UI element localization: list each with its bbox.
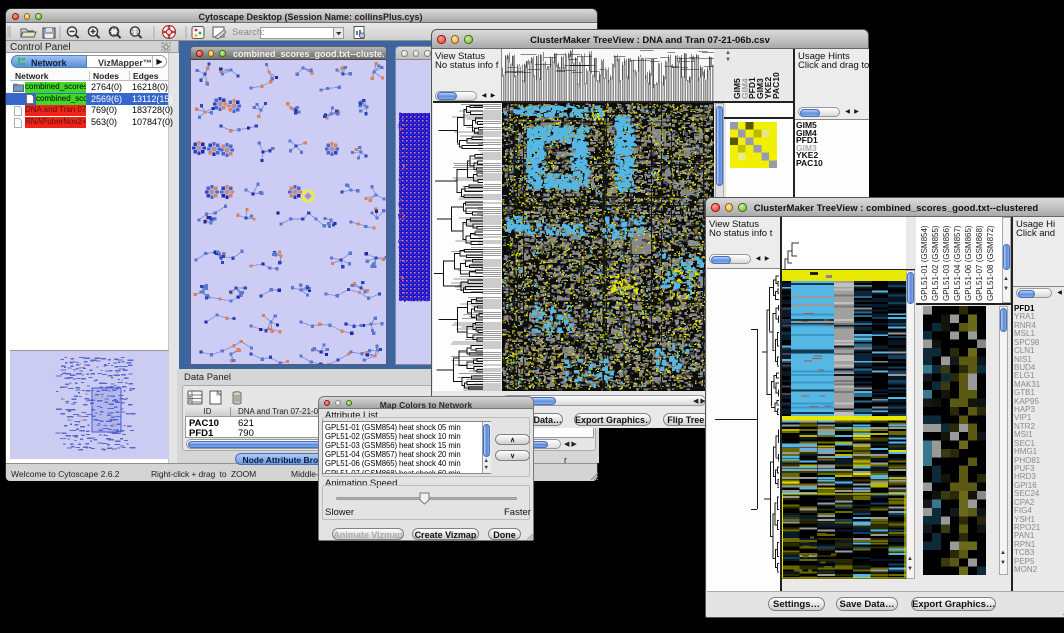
svg-text:1:1: 1:1 <box>132 30 139 36</box>
